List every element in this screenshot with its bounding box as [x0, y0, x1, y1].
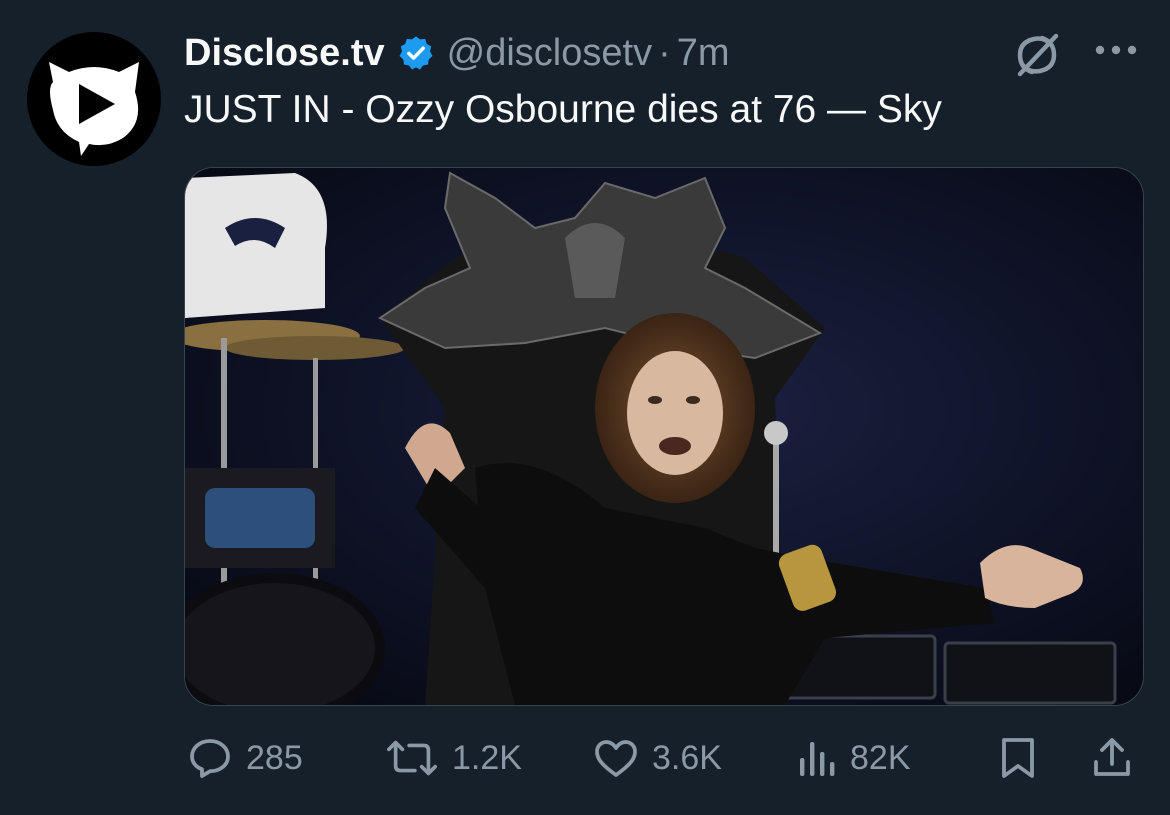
reply-count: 285: [246, 738, 303, 777]
like-icon: [595, 740, 637, 777]
like-button[interactable]: 3.6K: [592, 730, 722, 786]
share-icon: [1094, 738, 1130, 776]
tweet-text: JUST IN - Ozzy Osbourne dies at 76 — Sky: [184, 88, 942, 131]
disclose-tv-logo: [49, 62, 139, 156]
bookmark-button[interactable]: [996, 730, 1040, 786]
reply-icon: [190, 739, 230, 778]
tweet-time[interactable]: 7m: [677, 32, 730, 75]
reply-button[interactable]: 285: [186, 730, 303, 786]
tweet-header: Disclose.tv @disclosetv · 7m: [184, 28, 730, 78]
repost-count: 1.2K: [452, 738, 522, 777]
author-handle[interactable]: @disclosetv: [447, 32, 652, 75]
repost-button[interactable]: 1.2K: [386, 730, 522, 786]
retweet-icon: [387, 740, 438, 776]
verified-badge-icon[interactable]: [397, 34, 435, 72]
more-icon[interactable]: [1094, 36, 1138, 69]
views-icon: [800, 742, 835, 776]
bookmark-icon: [1002, 738, 1034, 778]
dot-separator: ·: [658, 31, 671, 74]
views-button[interactable]: 82K: [796, 730, 911, 786]
action-bar: 285 1.2K 3.6K 82K: [0, 730, 1170, 790]
avatar[interactable]: [27, 32, 161, 166]
share-button[interactable]: [1088, 730, 1136, 786]
views-count: 82K: [850, 738, 911, 777]
tweet-photo[interactable]: [184, 167, 1144, 706]
like-count: 3.6K: [652, 738, 722, 777]
grok-icon[interactable]: [1012, 30, 1062, 85]
author-name[interactable]: Disclose.tv: [184, 32, 385, 75]
